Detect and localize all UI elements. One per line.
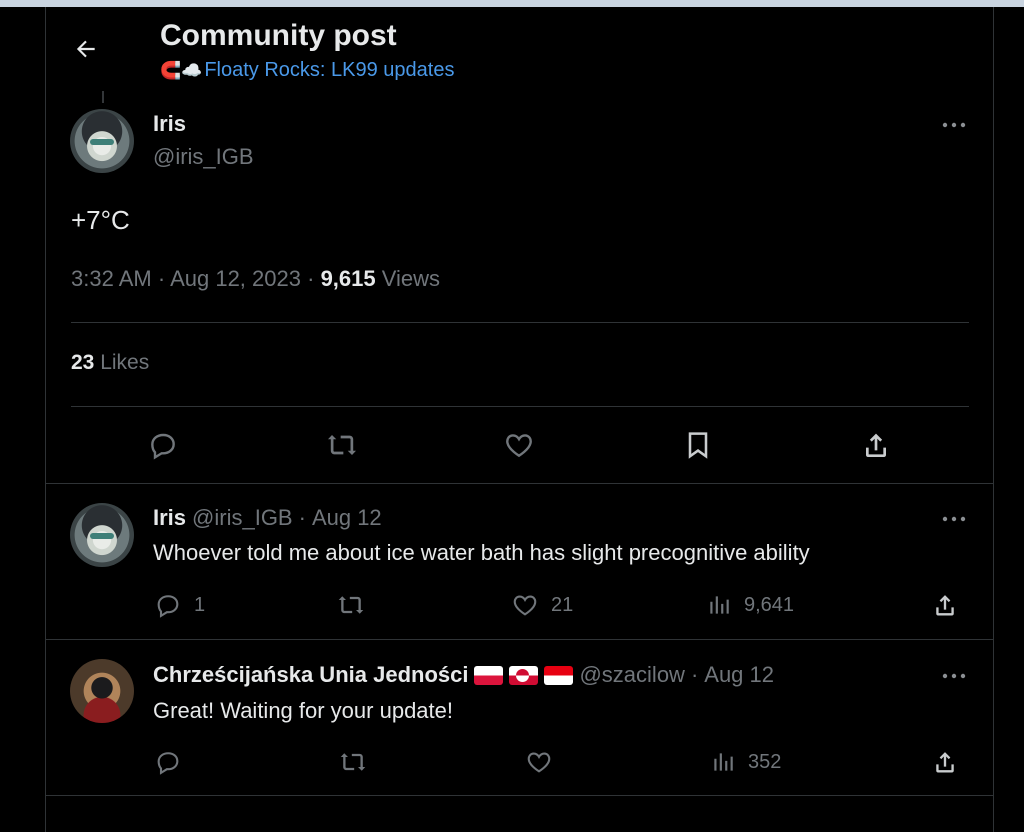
page-header: Community post 🧲☁️ Floaty Rocks: LK99 up… (46, 7, 993, 97)
page-title: Community post (160, 19, 397, 52)
heart-icon (527, 752, 551, 773)
browser-top-strip (0, 0, 1024, 7)
avatar[interactable] (70, 659, 134, 723)
view-count: 9,641 (744, 593, 795, 616)
thread-connector (102, 91, 104, 103)
more-icon (942, 673, 966, 679)
share-icon (936, 595, 954, 616)
like-count: 21 (551, 593, 574, 616)
repost-icon (328, 435, 356, 455)
views-button[interactable]: 9,641 (706, 591, 794, 619)
likes-label: Likes (100, 351, 150, 374)
author-name[interactable]: Iris (153, 505, 186, 531)
share-button[interactable] (860, 429, 892, 461)
post-text: +7°C (71, 205, 130, 235)
reply-text: Great! Waiting for your update! (153, 698, 453, 723)
repost-button[interactable] (336, 591, 366, 619)
reply-button[interactable] (147, 429, 179, 461)
reply-count: 1 (194, 593, 206, 616)
reply-button[interactable]: 1 (154, 591, 205, 619)
meta-separator: · (157, 266, 166, 291)
likes-count: 23 (71, 351, 95, 374)
author-name[interactable]: Iris (153, 111, 186, 137)
analytics-icon (714, 753, 733, 771)
timeline-column: Community post 🧲☁️ Floaty Rocks: LK99 up… (45, 7, 994, 832)
share-icon (936, 752, 954, 773)
reply-date[interactable]: Aug 12 (312, 505, 382, 531)
author-handle[interactable]: @iris_IGB (192, 505, 293, 531)
reply-text: Whoever told me about ice water bath has… (153, 540, 810, 565)
bookmark-icon (688, 432, 708, 459)
like-button[interactable]: 21 (511, 591, 573, 619)
reply-header: Chrześcijańska Unia Jedności @szacilow ·… (153, 662, 774, 688)
more-options-button[interactable] (939, 509, 969, 529)
arrow-left-icon (76, 40, 95, 58)
heart-icon (506, 434, 532, 458)
community-emoji: 🧲☁️ (160, 60, 203, 81)
author-name[interactable]: Chrześcijańska Unia Jedności (153, 662, 468, 688)
share-icon (866, 433, 886, 457)
reply-button[interactable] (154, 748, 182, 776)
indonesia-flag-icon (544, 665, 574, 685)
bookmark-button[interactable] (682, 429, 714, 461)
like-button[interactable] (525, 748, 553, 776)
share-button[interactable] (931, 748, 959, 776)
heart-icon (513, 595, 537, 616)
like-button[interactable] (503, 429, 535, 461)
poland-flag-icon (474, 665, 504, 685)
divider (71, 322, 969, 323)
post-meta: 3:32 AM · Aug 12, 2023 · 9,615 Views (71, 266, 440, 292)
view-count: 352 (748, 750, 782, 773)
reply-icon (151, 433, 175, 460)
divider (46, 483, 993, 484)
divider (71, 406, 969, 407)
avatar[interactable] (70, 503, 134, 567)
more-icon (942, 516, 966, 522)
meta-separator: · (690, 662, 699, 687)
reply-icon (157, 595, 179, 618)
avatar[interactable] (70, 109, 134, 173)
divider (46, 639, 993, 640)
views-button[interactable]: 352 (710, 748, 781, 776)
reply-icon (157, 752, 179, 775)
views-count: 9,615 (320, 266, 376, 291)
more-options-button[interactable] (939, 666, 969, 686)
meta-separator: · (307, 266, 315, 291)
back-button[interactable] (68, 31, 104, 67)
post-time[interactable]: 3:32 AM (71, 266, 152, 291)
repost-button[interactable] (338, 748, 368, 776)
author-handle[interactable]: @iris_IGB (153, 144, 254, 170)
reply-header: Iris @iris_IGB · Aug 12 (153, 505, 382, 531)
community-name: Floaty Rocks: LK99 updates (204, 59, 455, 81)
community-link[interactable]: 🧲☁️ Floaty Rocks: LK99 updates (160, 59, 454, 82)
repost-button[interactable] (325, 429, 359, 461)
more-icon (942, 122, 966, 128)
analytics-icon (710, 596, 729, 614)
likes-link[interactable]: 23 Likes (71, 351, 149, 375)
post-date[interactable]: Aug 12, 2023 (170, 266, 301, 291)
meta-separator: · (298, 505, 306, 530)
greenland-flag-icon (509, 665, 539, 685)
author-handle[interactable]: @szacilow (579, 662, 684, 688)
divider (46, 795, 993, 796)
views-label: Views (381, 266, 441, 291)
repost-icon (338, 596, 364, 614)
repost-icon (340, 753, 366, 771)
share-button[interactable] (931, 591, 959, 619)
reply-date[interactable]: Aug 12 (704, 662, 774, 688)
more-options-button[interactable] (939, 115, 969, 135)
